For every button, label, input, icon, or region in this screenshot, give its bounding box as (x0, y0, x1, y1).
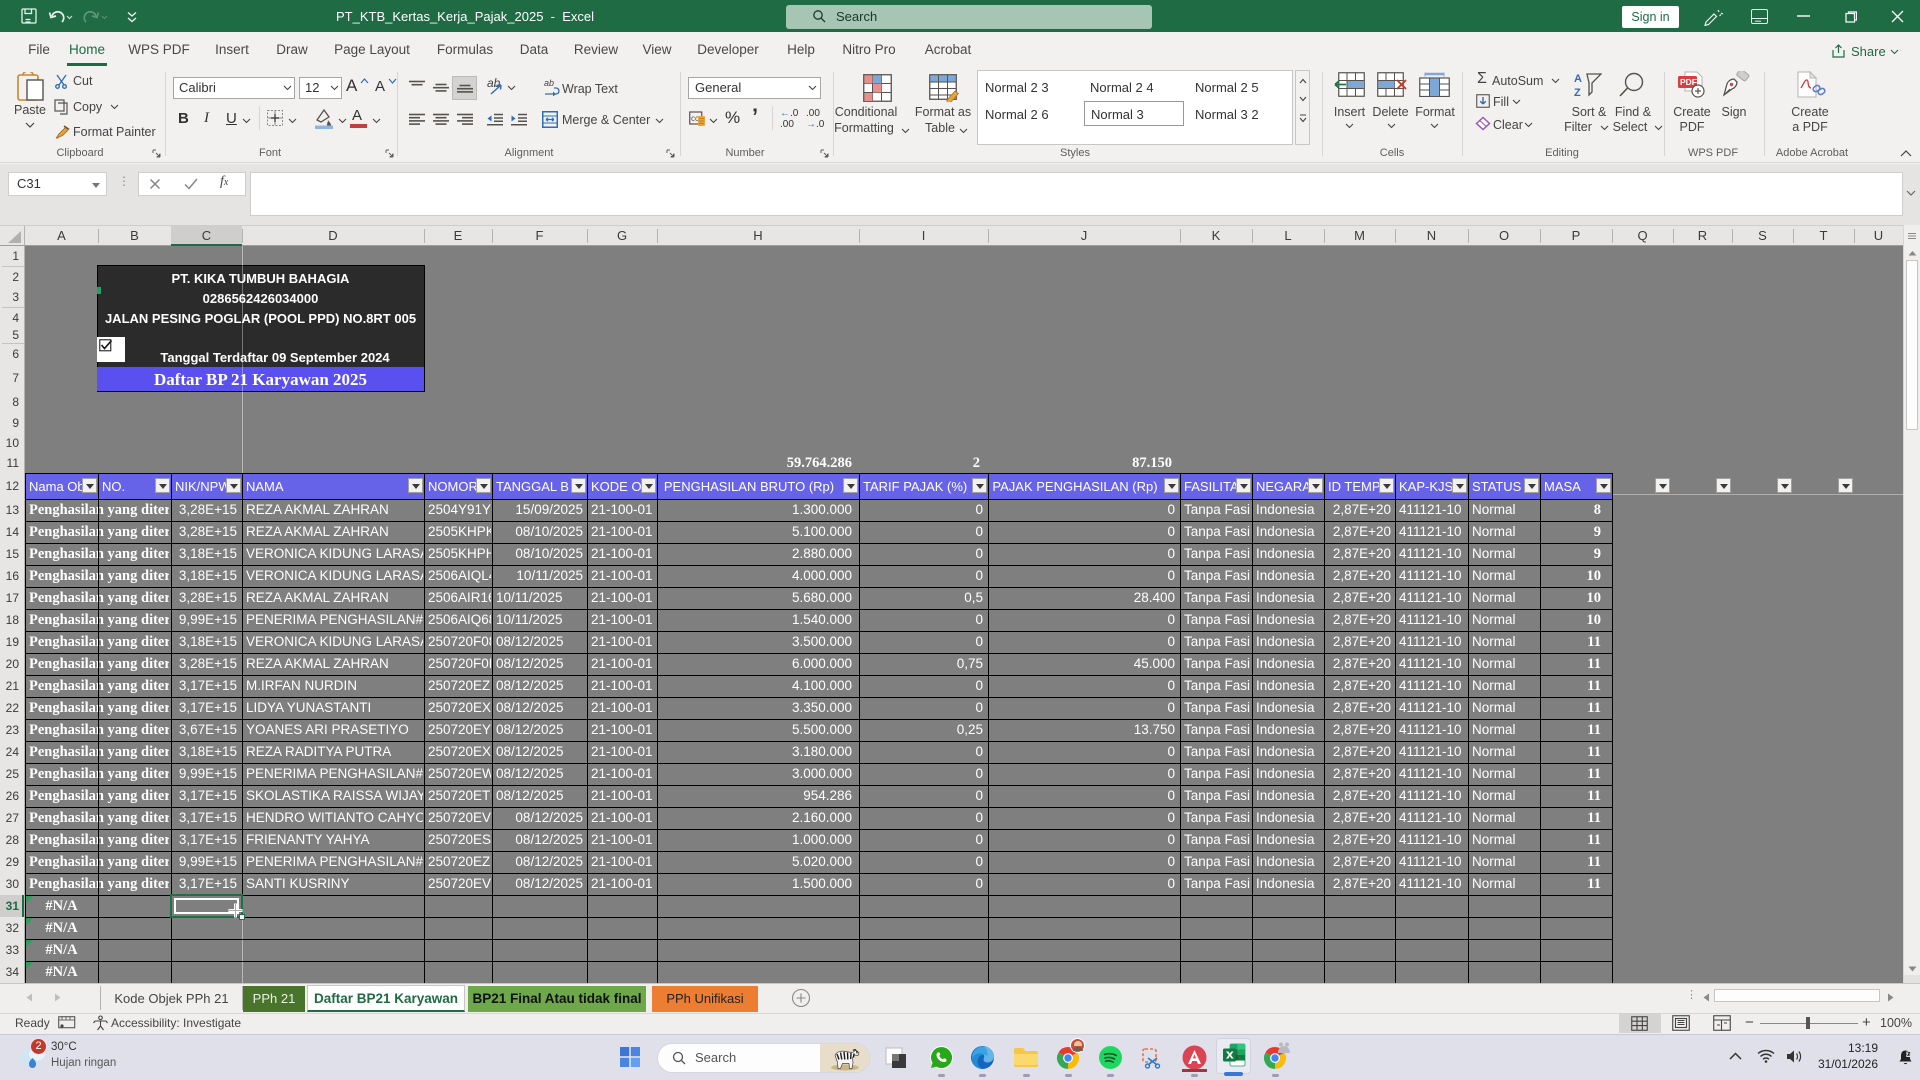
svg-text:Z: Z (1574, 87, 1581, 97)
svg-text:A: A (1574, 73, 1582, 85)
svg-text:cc: cc (691, 114, 699, 123)
svg-text:ab: ab (544, 78, 554, 88)
svg-text:z: z (1908, 1051, 1911, 1057)
